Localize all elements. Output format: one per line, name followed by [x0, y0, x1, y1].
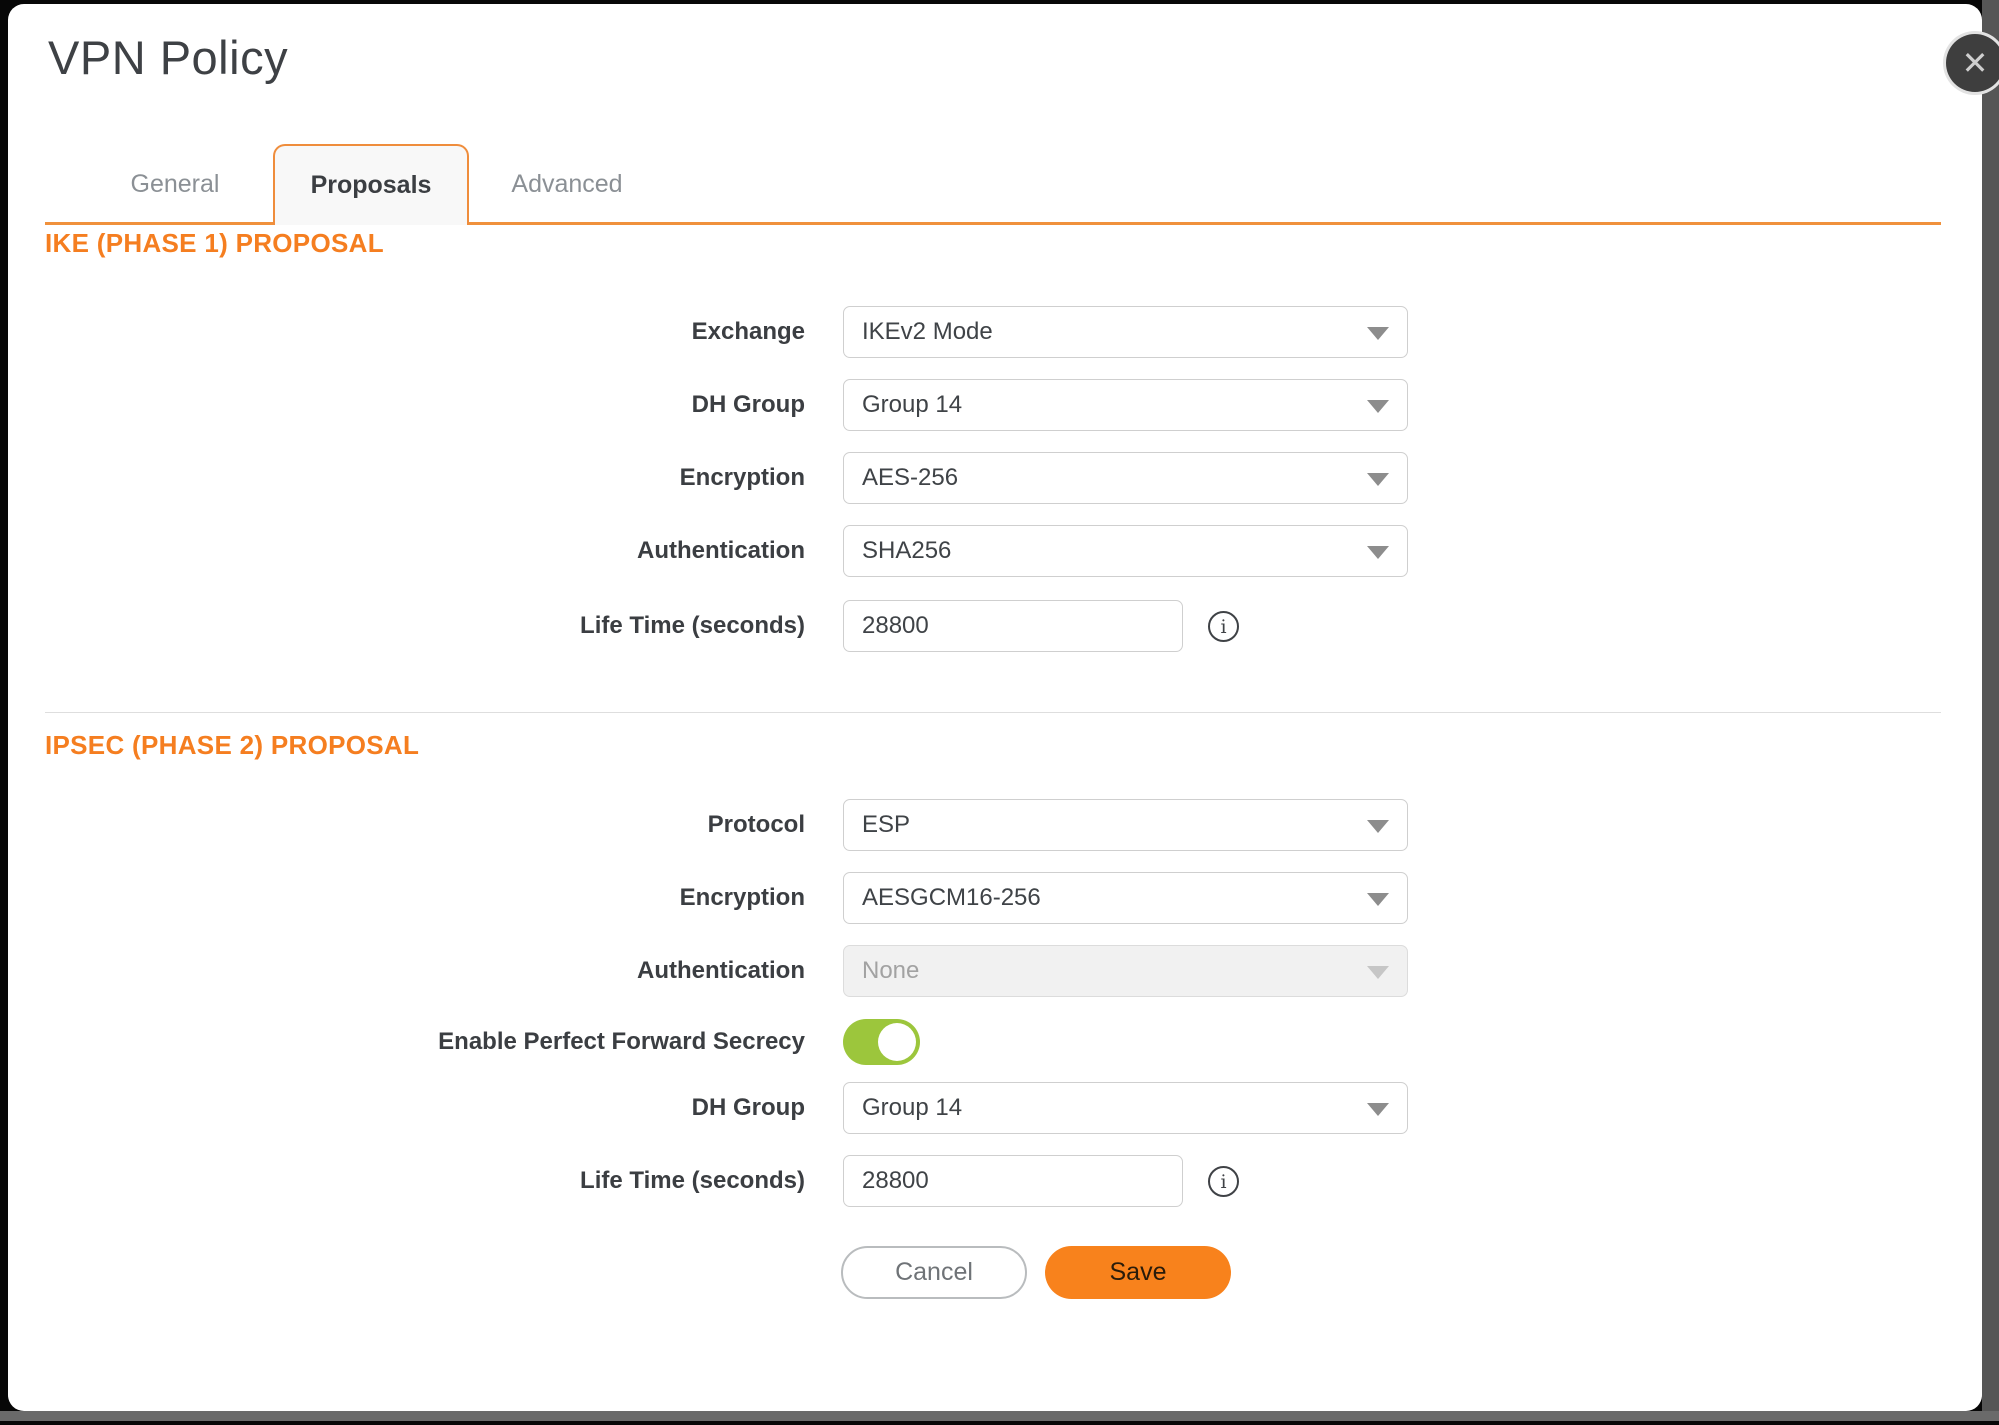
ipsec-authentication-select-value: None [844, 946, 1407, 995]
ipsec-encryption-row: Encryption AESGCM16-256 [45, 872, 1795, 924]
tab-general-label: General [131, 170, 220, 199]
dh-group-label: DH Group [45, 379, 805, 431]
window-edge-right [1982, 0, 1999, 1412]
close-button[interactable]: ✕ [1943, 31, 1999, 95]
tab-general[interactable]: General [77, 147, 273, 222]
ipsec-encryption-label: Encryption [45, 872, 805, 924]
authentication-row: Authentication SHA256 [45, 525, 1795, 577]
life-time-input[interactable] [843, 600, 1183, 652]
cancel-button-label: Cancel [895, 1258, 973, 1287]
info-icon[interactable]: i [1208, 611, 1239, 642]
ipsec-authentication-row: Authentication None [45, 945, 1795, 997]
ipsec-phase2-heading: IPSEC (PHASE 2) PROPOSAL [45, 730, 419, 761]
protocol-select-value: ESP [844, 800, 1407, 849]
tab-advanced-label: Advanced [511, 170, 622, 199]
ipsec-encryption-select[interactable]: AESGCM16-256 [843, 872, 1408, 924]
authentication-select[interactable]: SHA256 [843, 525, 1408, 577]
authentication-select-value: SHA256 [844, 526, 1407, 575]
pfs-toggle[interactable] [843, 1019, 920, 1065]
tab-proposals[interactable]: Proposals [273, 144, 469, 225]
pfs-toggle-knob [878, 1023, 916, 1061]
chevron-down-icon [1367, 1103, 1389, 1116]
ipsec-dh-group-select-value: Group 14 [844, 1083, 1407, 1132]
ipsec-authentication-select: None [843, 945, 1408, 997]
ike-phase1-heading: IKE (PHASE 1) PROPOSAL [45, 228, 384, 259]
ipsec-life-time-row: Life Time (seconds) i [45, 1155, 1795, 1207]
exchange-select[interactable]: IKEv2 Mode [843, 306, 1408, 358]
ipsec-dh-group-label: DH Group [45, 1082, 805, 1134]
ipsec-authentication-label: Authentication [45, 945, 805, 997]
chevron-down-icon [1367, 546, 1389, 559]
ipsec-life-time-input[interactable] [843, 1155, 1183, 1207]
ipsec-dh-group-select[interactable]: Group 14 [843, 1082, 1408, 1134]
window-edge-bottom [0, 1411, 1999, 1421]
info-icon[interactable]: i [1208, 1166, 1239, 1197]
dh-group-select[interactable]: Group 14 [843, 379, 1408, 431]
tab-proposals-label: Proposals [311, 171, 432, 200]
dh-group-select-value: Group 14 [844, 380, 1407, 429]
protocol-label: Protocol [45, 799, 805, 851]
dh-group-row: DH Group Group 14 [45, 379, 1795, 431]
chevron-down-icon [1367, 400, 1389, 413]
chevron-down-icon [1367, 820, 1389, 833]
pfs-label: Enable Perfect Forward Secrecy [45, 1016, 805, 1068]
encryption-select-value: AES-256 [844, 453, 1407, 502]
exchange-row: Exchange IKEv2 Mode [45, 306, 1795, 358]
encryption-label: Encryption [45, 452, 805, 504]
ipsec-encryption-select-value: AESGCM16-256 [844, 873, 1407, 922]
chevron-down-icon [1367, 473, 1389, 486]
tab-bar: General Proposals Advanced [45, 144, 1941, 225]
life-time-row: Life Time (seconds) i [45, 600, 1795, 652]
save-button-label: Save [1110, 1258, 1167, 1287]
encryption-select[interactable]: AES-256 [843, 452, 1408, 504]
ipsec-life-time-label: Life Time (seconds) [45, 1155, 805, 1207]
authentication-label: Authentication [45, 525, 805, 577]
chevron-down-icon [1367, 327, 1389, 340]
save-button[interactable]: Save [1045, 1246, 1231, 1299]
vpn-policy-dialog: VPN Policy General Proposals Advanced IK… [8, 4, 1982, 1411]
chevron-down-icon [1367, 893, 1389, 906]
exchange-label: Exchange [45, 306, 805, 358]
encryption-row: Encryption AES-256 [45, 452, 1795, 504]
ipsec-dh-group-row: DH Group Group 14 [45, 1082, 1795, 1134]
pfs-row: Enable Perfect Forward Secrecy [45, 1016, 1795, 1068]
section-divider [45, 712, 1941, 713]
cancel-button[interactable]: Cancel [841, 1246, 1027, 1299]
exchange-select-value: IKEv2 Mode [844, 307, 1407, 356]
page-title: VPN Policy [48, 30, 288, 85]
chevron-down-icon [1367, 966, 1389, 979]
tab-advanced[interactable]: Advanced [469, 147, 665, 222]
protocol-select[interactable]: ESP [843, 799, 1408, 851]
protocol-row: Protocol ESP [45, 799, 1795, 851]
close-icon: ✕ [1962, 47, 1989, 79]
life-time-label: Life Time (seconds) [45, 600, 805, 652]
